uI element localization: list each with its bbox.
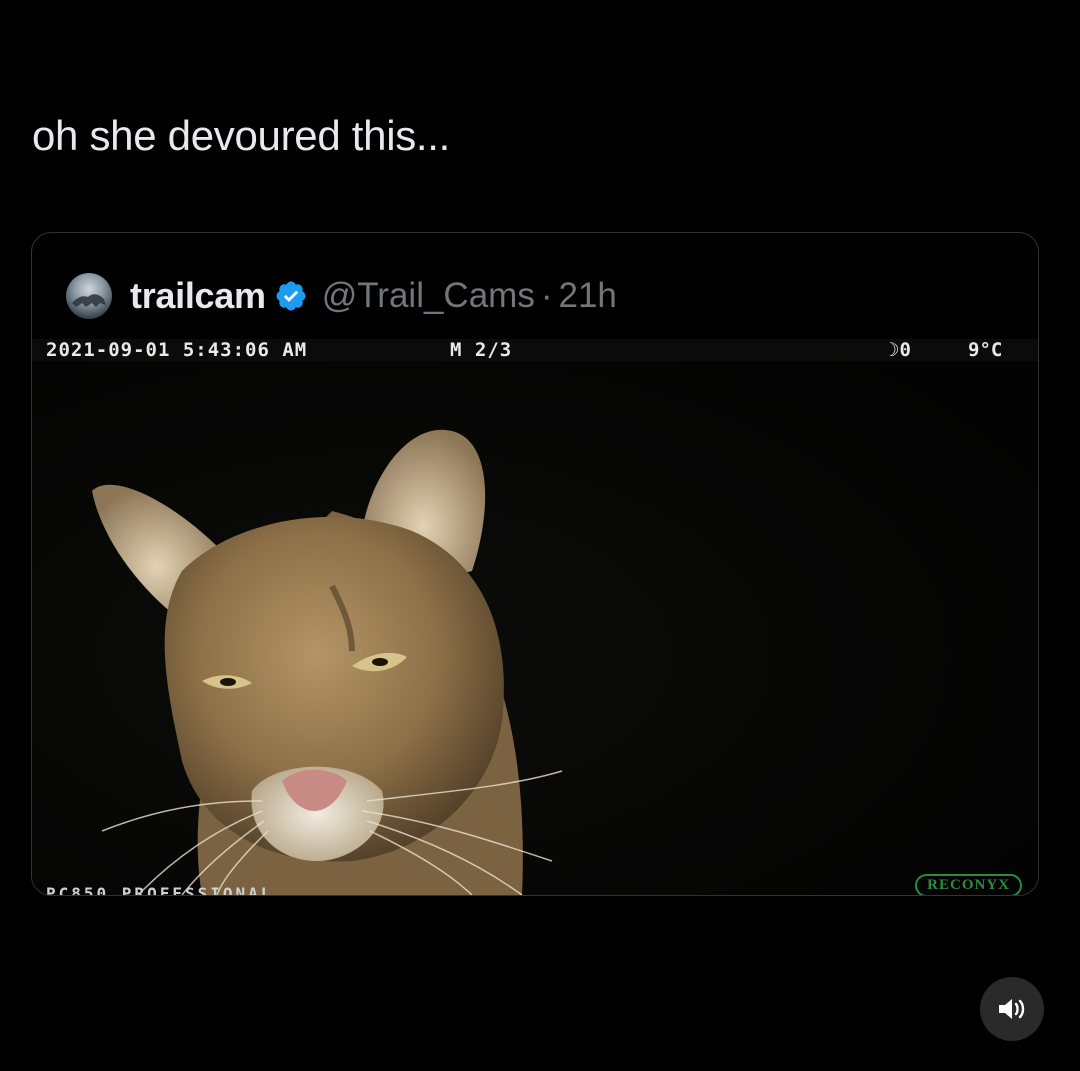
verified-badge-icon (276, 281, 306, 311)
osd-camera-info: M 2/3 (450, 339, 513, 361)
timestamp[interactable]: 21h (559, 276, 617, 316)
post-caption: oh she devoured this... (32, 112, 451, 159)
separator-dot: · (540, 276, 553, 315)
handle[interactable]: @Trail_Cams (322, 276, 535, 316)
avatar[interactable] (66, 273, 112, 319)
tweet-header: trailcam @Trail_Cams · 21h (66, 273, 617, 319)
speaker-icon (999, 999, 1025, 1019)
osd-moon-phase: ☽0 (888, 339, 911, 361)
quoted-tweet-card[interactable]: trailcam @Trail_Cams · 21h 2021-09-01 5:… (31, 232, 1039, 896)
osd-footer: PC850 PROFESSIONAL (46, 884, 274, 895)
camera-osd-bar: 2021-09-01 5:43:06 AM M 2/3 ☽0 9°C (32, 339, 1038, 361)
display-name[interactable]: trailcam (130, 275, 266, 317)
brand-logo: RECONYX (915, 874, 1022, 895)
audio-toggle-button[interactable] (980, 977, 1044, 1041)
trailcam-photo[interactable]: 2021-09-01 5:43:06 AM M 2/3 ☽0 9°C PC850… (32, 339, 1038, 895)
osd-datetime: 2021-09-01 5:43:06 AM (46, 339, 308, 361)
osd-temperature: 9°C (968, 339, 1003, 361)
mountain-lion-photo (32, 361, 1038, 895)
